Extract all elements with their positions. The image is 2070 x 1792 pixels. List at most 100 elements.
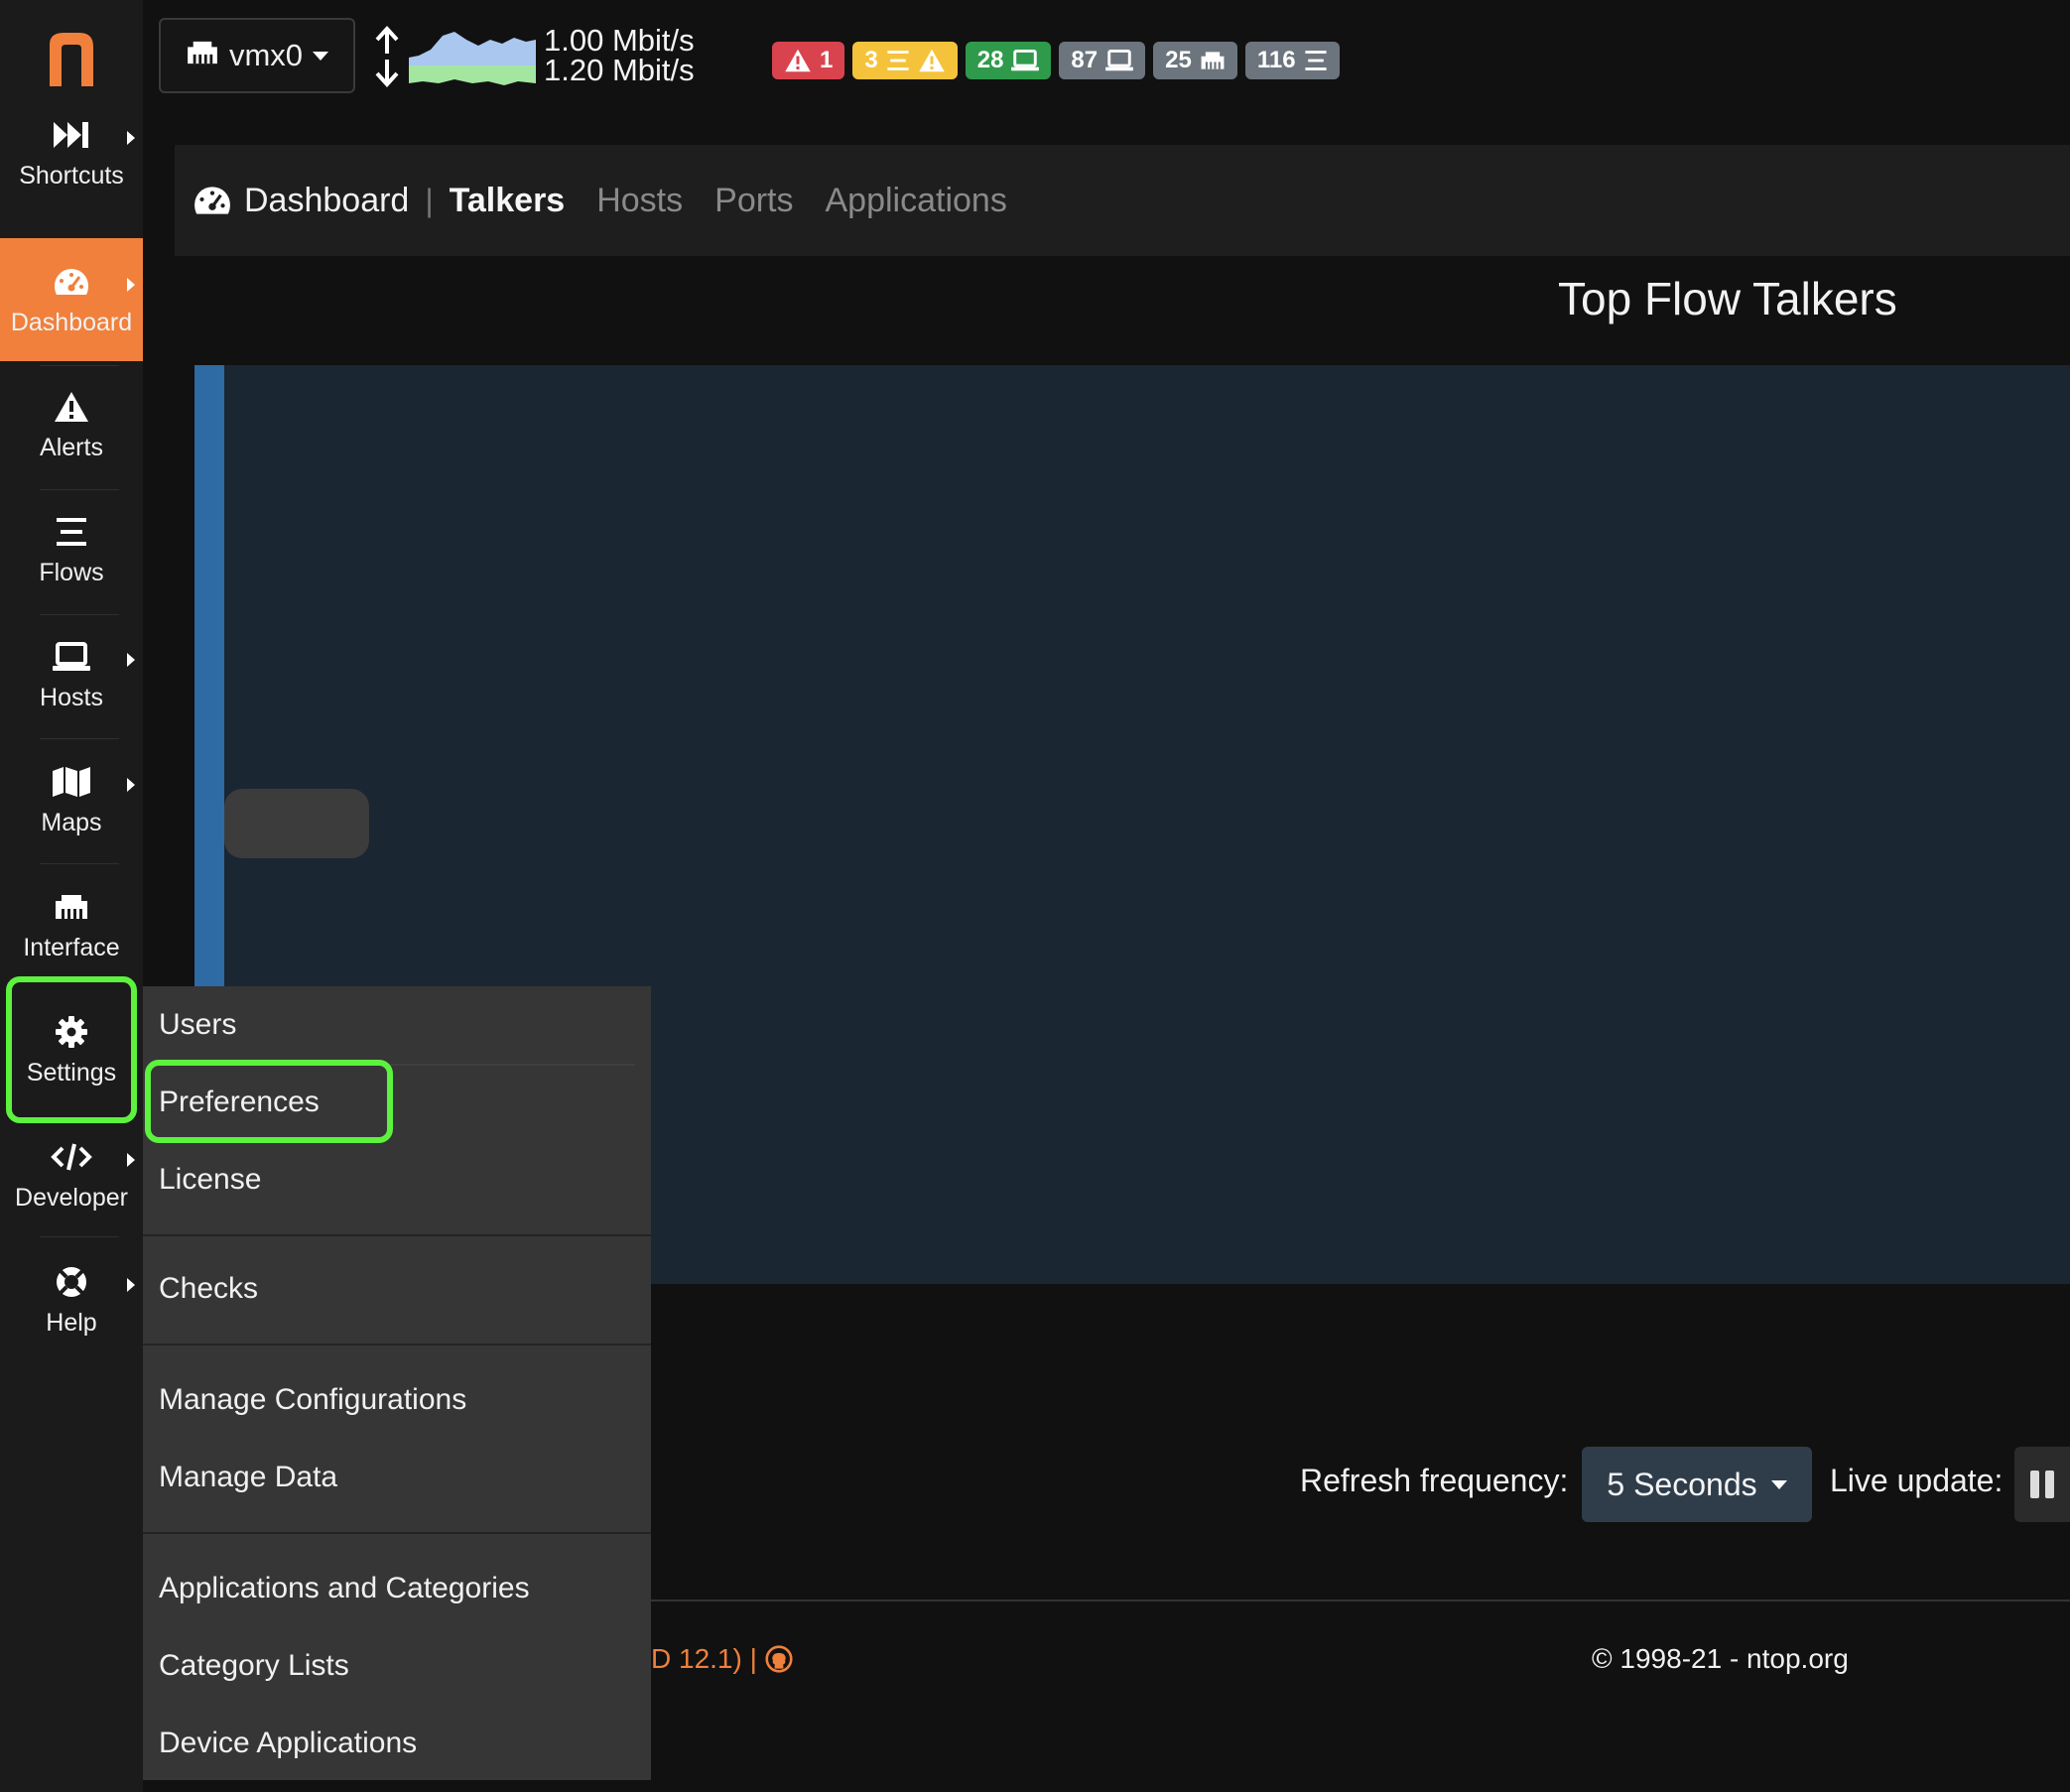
gear-icon — [55, 1013, 88, 1051]
tab-hosts[interactable]: Hosts — [596, 182, 683, 220]
sidebar-item-developer[interactable]: Developer — [0, 1113, 143, 1236]
menu-item-license[interactable]: License — [159, 1163, 261, 1197]
sidebar-item-help[interactable]: Help — [0, 1238, 143, 1361]
badge-count: 25 — [1165, 47, 1192, 73]
chevron-right-icon — [127, 1278, 135, 1292]
sidebar-item-label: Shortcuts — [19, 161, 124, 190]
sidebar-item-label: Help — [46, 1308, 97, 1337]
footer-version: D 12.1) | — [651, 1643, 793, 1675]
menu-divider — [143, 1344, 651, 1345]
up-down-arrows-icon — [375, 26, 399, 87]
menu-item-category-lists[interactable]: Category Lists — [159, 1649, 349, 1683]
footer-copyright: © 1998-21 - ntop.org — [1592, 1643, 1849, 1674]
devices-badge[interactable]: 25 — [1153, 42, 1237, 79]
list-icon — [55, 513, 88, 551]
sidebar-item-settings[interactable]: Settings — [0, 988, 143, 1111]
menu-divider — [143, 1234, 651, 1236]
menu-item-manage-configurations[interactable]: Manage Configurations — [159, 1383, 466, 1417]
alerts-badge[interactable]: 1 — [772, 42, 845, 79]
flows-badge[interactable]: 116 — [1244, 42, 1340, 79]
sidebar-item-label: Alerts — [40, 433, 103, 461]
pause-icon-bar — [2030, 1471, 2039, 1498]
sidebar-item-hosts[interactable]: Hosts — [0, 613, 143, 736]
download-rate: 1.20 Mbit/s — [544, 53, 695, 87]
sidebar-item-alerts[interactable]: Alerts — [0, 363, 143, 486]
badge-count: 1 — [820, 47, 834, 73]
throughput-rates: 1.00 Mbit/s 1.20 Mbit/s — [544, 23, 695, 87]
chevron-right-icon — [127, 1153, 135, 1167]
sidebar-item-label: Flows — [39, 558, 104, 586]
page-title: Dashboard — [193, 182, 409, 220]
sidebar-item-shortcuts[interactable]: Shortcuts — [0, 91, 143, 214]
list-icon — [1304, 51, 1327, 70]
local-hosts-badge[interactable]: 28 — [965, 42, 1052, 79]
footer-divider — [651, 1600, 2070, 1601]
laptop-icon — [1011, 50, 1040, 71]
live-update-label: Live update: — [1830, 1463, 2004, 1498]
page-title-text: Dashboard — [244, 181, 410, 219]
badge-count: 28 — [976, 47, 1004, 73]
sidebar-item-interface[interactable]: Interface — [0, 863, 143, 986]
ethernet-icon — [186, 38, 219, 73]
list-icon — [887, 51, 909, 70]
tab-applications[interactable]: Applications — [826, 182, 1007, 220]
github-icon[interactable] — [765, 1645, 793, 1673]
caret-down-icon — [1770, 1479, 1787, 1489]
flow-alerts-badge[interactable]: 3 — [852, 42, 958, 79]
ntopng-page: Shortcuts Dashboard Alerts Flows Hosts M… — [0, 0, 2070, 1792]
sidebar: Shortcuts Dashboard Alerts Flows Hosts M… — [0, 0, 143, 1792]
gauge-icon — [194, 187, 230, 214]
sidebar-item-label: Maps — [41, 808, 102, 836]
chevron-right-icon — [127, 278, 135, 292]
warning-icon — [785, 49, 811, 72]
title-separator: | — [425, 182, 434, 218]
refresh-frequency-select[interactable]: 5 Seconds — [1582, 1447, 1812, 1522]
badge-count: 3 — [864, 47, 878, 73]
refresh-frequency-label: Refresh frequency: — [1300, 1463, 1569, 1498]
ethernet-icon — [54, 888, 89, 926]
fast-forward-icon — [54, 116, 89, 154]
ethernet-icon — [1201, 52, 1225, 69]
chart-tooltip — [224, 789, 369, 858]
chevron-right-icon — [127, 653, 135, 667]
tab-ports[interactable]: Ports — [714, 182, 793, 220]
badge-count: 116 — [1256, 47, 1296, 73]
settings-dropdown-menu: Users Preferences License Checks Manage … — [143, 986, 651, 1780]
status-badges: 1 3 28 87 25 116 — [772, 42, 1340, 79]
ntop-logo-icon — [50, 33, 93, 86]
sidebar-item-flows[interactable]: Flows — [0, 488, 143, 611]
pause-icon-bar — [2045, 1471, 2054, 1498]
upload-rate: 1.00 Mbit/s — [544, 23, 695, 58]
sidebar-item-maps[interactable]: Maps — [0, 738, 143, 861]
interface-selector[interactable]: vmx0 — [159, 18, 355, 93]
pause-button[interactable] — [2014, 1447, 2070, 1522]
hosts-badge[interactable]: 87 — [1059, 42, 1146, 79]
badge-count: 87 — [1071, 47, 1099, 73]
menu-item-preferences[interactable]: Preferences — [159, 1086, 320, 1119]
page-navbar: Dashboard | Talkers Hosts Ports Applicat… — [175, 145, 2070, 256]
sidebar-item-label: Settings — [26, 1058, 117, 1087]
menu-item-applications-categories[interactable]: Applications and Categories — [159, 1572, 530, 1605]
code-icon — [51, 1138, 92, 1176]
chart-title: Top Flow Talkers — [1558, 273, 1897, 324]
map-icon — [52, 763, 91, 801]
sidebar-divider — [40, 1236, 119, 1237]
life-ring-icon — [55, 1263, 88, 1301]
sidebar-item-label: Interface — [23, 933, 120, 961]
warning-icon — [918, 49, 945, 72]
sidebar-item-dashboard[interactable]: Dashboard — [0, 238, 143, 361]
menu-item-checks[interactable]: Checks — [159, 1272, 258, 1306]
footer-version-text: D 12.1) | — [651, 1643, 757, 1674]
sidebar-item-label: Developer — [15, 1183, 128, 1212]
caret-down-icon — [313, 51, 329, 61]
interface-name: vmx0 — [228, 38, 304, 72]
gauge-icon — [53, 263, 90, 301]
laptop-icon — [1105, 50, 1134, 71]
sidebar-item-label: Dashboard — [10, 308, 133, 336]
menu-item-device-applications[interactable]: Device Applications — [159, 1727, 417, 1760]
menu-divider — [143, 1532, 651, 1534]
tab-talkers[interactable]: Talkers — [450, 182, 566, 220]
menu-item-manage-data[interactable]: Manage Data — [159, 1461, 337, 1494]
menu-divider — [159, 1064, 635, 1066]
menu-item-users[interactable]: Users — [159, 1008, 236, 1042]
